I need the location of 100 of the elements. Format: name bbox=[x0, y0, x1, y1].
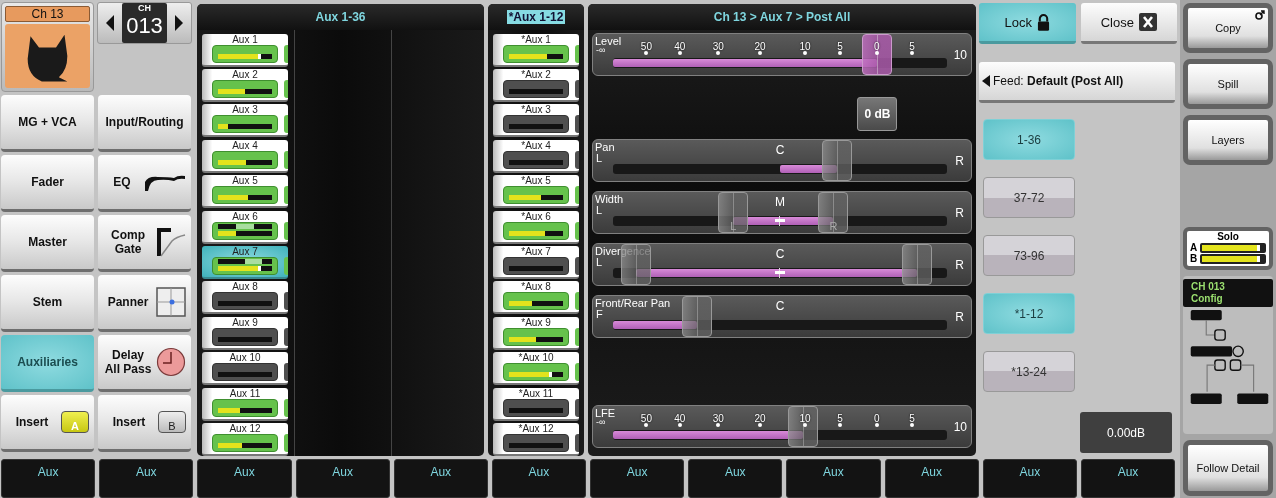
softkey[interactable]: Aux bbox=[1080, 459, 1176, 498]
softkey[interactable]: Aux bbox=[884, 459, 979, 498]
insert-badge: A bbox=[61, 411, 89, 433]
nav-button[interactable]: Input/Routing bbox=[98, 95, 191, 152]
panel-title: *Aux 1-12 bbox=[506, 9, 566, 24]
aux-strip[interactable]: *Aux 6 bbox=[493, 210, 579, 244]
aux-strip[interactable]: *Aux 3 bbox=[493, 104, 579, 138]
softkey[interactable]: Aux bbox=[393, 459, 488, 498]
insert-badge: B bbox=[158, 411, 186, 433]
slider-label: Level bbox=[595, 35, 622, 47]
aux-strip[interactable]: Aux 10 bbox=[202, 352, 288, 386]
nav-button[interactable]: Insert B bbox=[98, 395, 191, 452]
channel-card[interactable]: Ch 13 bbox=[1, 2, 94, 92]
aux-strip[interactable]: *Aux 12 bbox=[493, 423, 579, 456]
aux-strip[interactable]: *Aux 9 bbox=[493, 316, 579, 350]
nav-button[interactable]: Auxiliaries bbox=[1, 335, 94, 392]
aux-strip[interactable]: Aux 12 bbox=[202, 423, 288, 456]
cat-icon bbox=[5, 24, 90, 88]
aux-strip[interactable]: Aux 6 bbox=[202, 210, 288, 244]
aux-strip[interactable]: Aux 1 bbox=[202, 33, 288, 67]
side-button[interactable]: Spill bbox=[1183, 59, 1273, 109]
scale-label: L bbox=[596, 204, 603, 216]
lock-button[interactable]: Lock bbox=[979, 3, 1076, 44]
scale-label: R bbox=[955, 206, 964, 220]
scale-label: 10 bbox=[953, 48, 967, 62]
slider-label: Width bbox=[595, 193, 624, 205]
scale-tick: 50 bbox=[640, 413, 652, 424]
slider-handle[interactable] bbox=[821, 140, 852, 181]
scale-tick: 20 bbox=[754, 413, 766, 424]
scale-label: L bbox=[596, 152, 603, 164]
side-button[interactable]: Layers bbox=[1183, 115, 1273, 165]
aux-strip[interactable]: *Aux 1 bbox=[493, 33, 579, 67]
softkey[interactable]: Aux bbox=[491, 459, 587, 498]
scale-tick: 40 bbox=[674, 41, 686, 52]
softkey[interactable]: Aux bbox=[786, 459, 881, 498]
close-button[interactable]: Close bbox=[1080, 3, 1177, 44]
follow-detail-button[interactable]: Follow Detail bbox=[1183, 440, 1273, 496]
nav-button[interactable]: Comp Gate bbox=[98, 215, 191, 272]
side-button[interactable]: Copy bbox=[1183, 3, 1273, 53]
nav-button[interactable]: Master bbox=[1, 215, 94, 272]
aux-strip[interactable]: *Aux 11 bbox=[493, 387, 579, 421]
scale-tick: 5 bbox=[909, 41, 915, 52]
aux-strip[interactable]: Aux 8 bbox=[202, 281, 288, 315]
nav-button[interactable]: Insert A bbox=[1, 395, 94, 452]
softkey[interactable]: Aux bbox=[688, 459, 783, 498]
aux-strip[interactable]: *Aux 10 bbox=[493, 352, 579, 386]
slider-handle[interactable] bbox=[901, 244, 932, 285]
slider-handle[interactable] bbox=[788, 406, 819, 447]
bank-button[interactable]: 1-36 bbox=[983, 119, 1075, 160]
softkey[interactable]: Aux bbox=[197, 459, 292, 498]
bank-button[interactable]: 37-72 bbox=[983, 177, 1075, 218]
scale-label: L bbox=[596, 256, 603, 268]
nav-button[interactable]: Fader bbox=[1, 155, 94, 212]
nav-button[interactable]: EQ bbox=[98, 155, 191, 212]
nav-button[interactable]: MG + VCA bbox=[1, 95, 94, 152]
aux-strip[interactable]: Aux 3 bbox=[202, 104, 288, 138]
aux-strip[interactable]: *Aux 2 bbox=[493, 69, 579, 103]
level-meter bbox=[218, 336, 272, 342]
close-icon bbox=[1138, 13, 1157, 31]
nav-button[interactable]: Stem bbox=[1, 275, 94, 332]
softkey[interactable]: Aux bbox=[295, 459, 390, 498]
bank-button[interactable]: *1-12 bbox=[983, 293, 1075, 334]
value-readout: 0.00dB bbox=[1080, 412, 1172, 453]
lock-icon bbox=[1037, 13, 1050, 31]
scale-label: C bbox=[775, 143, 785, 157]
popout-icon bbox=[1255, 10, 1265, 20]
softkey[interactable]: Aux bbox=[590, 459, 685, 498]
softkey[interactable]: Aux bbox=[982, 459, 1077, 498]
level-meter bbox=[509, 159, 563, 165]
channel-name: Ch 13 bbox=[5, 6, 90, 22]
bank-button[interactable]: 73-96 bbox=[983, 235, 1075, 276]
bank-button[interactable]: *13-24 bbox=[983, 351, 1075, 392]
scale-label: C bbox=[775, 299, 785, 313]
feed-button[interactable]: Feed: Default (Post All) bbox=[979, 62, 1175, 103]
scale-tick: 10 bbox=[799, 413, 811, 424]
aux-strip[interactable]: Aux 4 bbox=[202, 139, 288, 173]
aux-strip[interactable]: *Aux 5 bbox=[493, 175, 579, 209]
aux-strip[interactable]: *Aux 7 bbox=[493, 246, 579, 280]
aux-strip[interactable]: Aux 2 bbox=[202, 69, 288, 103]
scale-tick: 5 bbox=[909, 413, 915, 424]
nav-button[interactable]: Panner bbox=[98, 275, 191, 332]
nav-button[interactable]: Delay All Pass bbox=[98, 335, 191, 392]
aux-strip[interactable]: Aux 11 bbox=[202, 387, 288, 421]
softkey[interactable]: Aux bbox=[99, 459, 194, 498]
aux-strip[interactable]: Aux 5 bbox=[202, 175, 288, 209]
aux-strip[interactable]: Aux 7 bbox=[202, 246, 288, 280]
softkey[interactable]: Aux bbox=[1, 459, 96, 498]
aux-strip[interactable]: *Aux 8 bbox=[493, 281, 579, 315]
scale-label: M bbox=[775, 195, 785, 209]
value-readout: 0 dB bbox=[857, 97, 898, 131]
scale-tick: 5 bbox=[837, 41, 843, 52]
scale-tick: 30 bbox=[712, 41, 724, 52]
aux-strip[interactable]: Aux 9 bbox=[202, 316, 288, 350]
aux-strip[interactable]: *Aux 4 bbox=[493, 139, 579, 173]
level-meter bbox=[509, 124, 563, 130]
slider-handle[interactable] bbox=[861, 34, 892, 75]
scale-tick: 50 bbox=[640, 41, 652, 52]
slider-handle[interactable] bbox=[681, 296, 712, 337]
slider-label: LFE bbox=[595, 407, 616, 419]
scale-tick: 40 bbox=[674, 413, 686, 424]
